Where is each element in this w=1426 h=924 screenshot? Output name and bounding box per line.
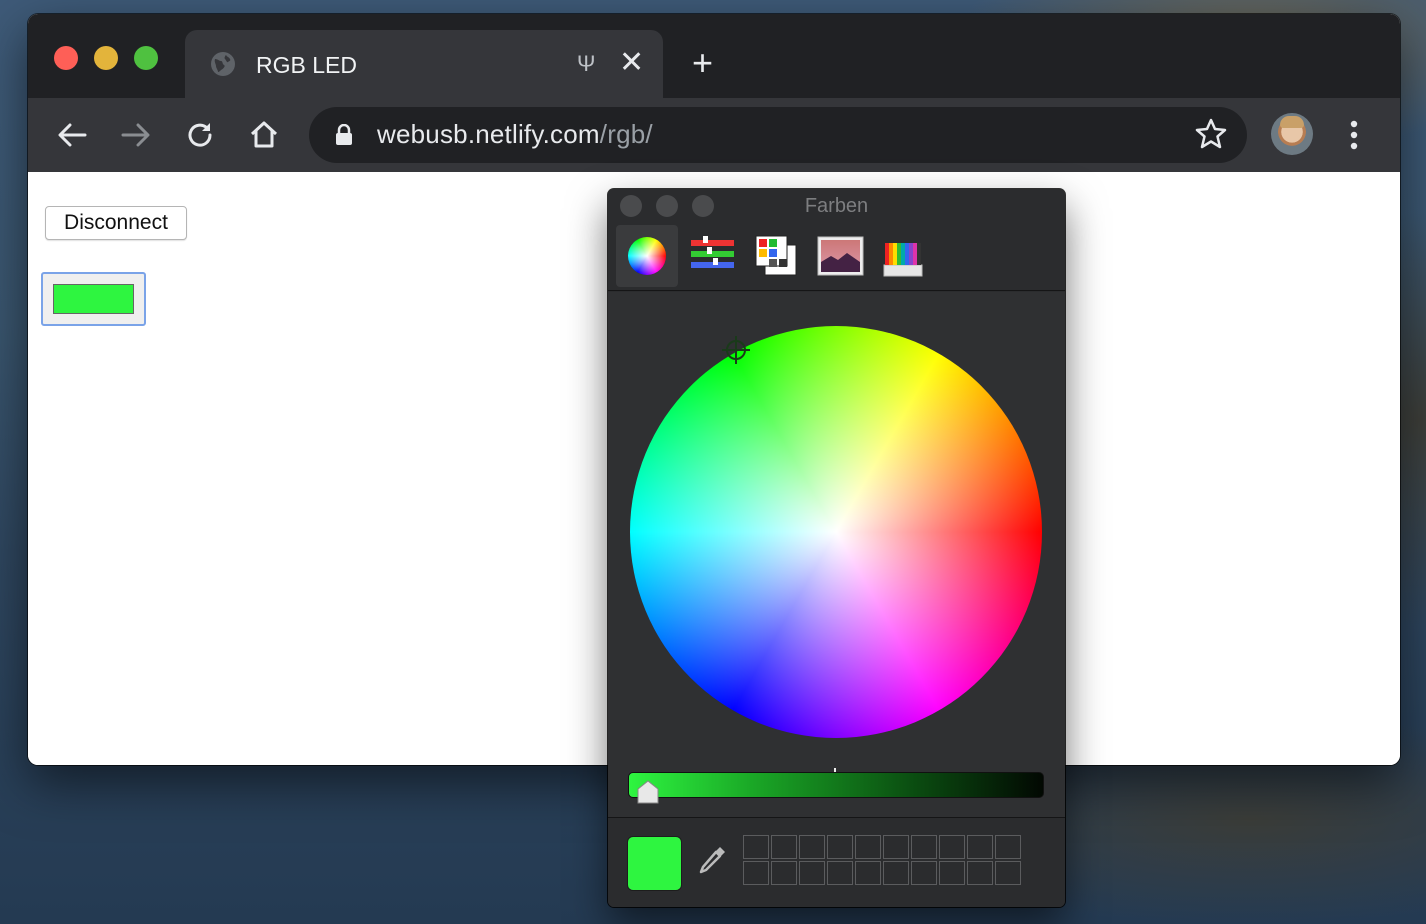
lock-icon[interactable]	[335, 124, 353, 146]
swatch-well[interactable]	[827, 861, 853, 885]
pencils-icon	[883, 243, 923, 277]
tab-strip: RGB LED Ψ ✕ +	[28, 14, 1400, 98]
swatch-well[interactable]	[995, 835, 1021, 859]
tab-pencils[interactable]	[872, 225, 934, 287]
forward-arrow-icon[interactable]	[119, 118, 153, 152]
zoom-window-button[interactable]	[134, 46, 158, 70]
swatch-well[interactable]	[827, 835, 853, 859]
swatch-well[interactable]	[911, 835, 937, 859]
new-tab-button[interactable]: +	[692, 45, 713, 81]
swatch-well[interactable]	[883, 835, 909, 859]
tab-color-palettes[interactable]	[746, 225, 808, 287]
tab-color-sliders[interactable]	[681, 225, 743, 287]
swatch-wells	[743, 835, 1023, 889]
disconnect-button[interactable]: Disconnect	[45, 206, 187, 240]
usb-icon: Ψ	[577, 51, 596, 76]
address-bar[interactable]: webusb.netlify.com/rgb/	[309, 107, 1247, 163]
color-wheel-area	[608, 292, 1065, 817]
globe-icon	[211, 52, 235, 76]
color-palettes-icon	[755, 235, 797, 276]
browser-toolbar: webusb.netlify.com/rgb/	[28, 98, 1400, 172]
profile-avatar[interactable]	[1271, 113, 1313, 155]
close-window-button[interactable]	[54, 46, 78, 70]
color-wheel[interactable]	[630, 326, 1042, 738]
reload-icon[interactable]	[183, 118, 217, 152]
panel-titlebar: Farben	[608, 189, 1065, 223]
minimize-window-button[interactable]	[94, 46, 118, 70]
swatch-well[interactable]	[883, 861, 909, 885]
swatch-well[interactable]	[743, 861, 769, 885]
tab-close-icon[interactable]: ✕	[619, 48, 644, 78]
bookmark-star-icon[interactable]	[1195, 117, 1227, 151]
home-icon[interactable]	[247, 118, 281, 152]
url-path: /rgb/	[599, 119, 653, 149]
back-arrow-icon[interactable]	[55, 118, 89, 152]
color-picker-input[interactable]	[41, 272, 146, 326]
current-color-swatch[interactable]	[627, 836, 682, 891]
swatch-well[interactable]	[771, 861, 797, 885]
eyedropper-icon[interactable]	[696, 844, 728, 880]
swatch-well[interactable]	[743, 835, 769, 859]
url-text[interactable]: webusb.netlify.com/rgb/	[377, 119, 653, 150]
swatch-well[interactable]	[855, 861, 881, 885]
panel-mode-tabs	[608, 223, 1065, 291]
more-menu-icon[interactable]	[1350, 120, 1358, 150]
panel-title: Farben	[804, 195, 869, 217]
brightness-slider[interactable]	[628, 772, 1044, 798]
color-sliders-icon	[691, 236, 734, 268]
tab-image-palettes[interactable]	[809, 225, 871, 287]
brightness-slider-thumb[interactable]	[636, 779, 660, 805]
color-wheel-icon	[628, 237, 666, 275]
color-input-swatch	[53, 284, 134, 314]
swatch-well[interactable]	[799, 861, 825, 885]
url-host: webusb.netlify.com	[377, 119, 600, 149]
swatch-well[interactable]	[967, 861, 993, 885]
swatch-well[interactable]	[911, 861, 937, 885]
swatch-well[interactable]	[799, 835, 825, 859]
swatch-well[interactable]	[939, 861, 965, 885]
panel-footer	[608, 817, 1065, 907]
image-palettes-icon	[817, 236, 864, 276]
tab-rgb-led[interactable]: RGB LED Ψ ✕	[185, 30, 663, 98]
swatch-well[interactable]	[995, 861, 1021, 885]
swatch-well[interactable]	[855, 835, 881, 859]
crosshair-icon[interactable]	[721, 335, 751, 365]
tab-title: RGB LED	[256, 52, 357, 78]
swatch-well[interactable]	[771, 835, 797, 859]
tab-color-wheel[interactable]	[616, 225, 678, 287]
color-panel: Farben	[608, 189, 1065, 907]
swatch-well[interactable]	[939, 835, 965, 859]
swatch-well[interactable]	[967, 835, 993, 859]
